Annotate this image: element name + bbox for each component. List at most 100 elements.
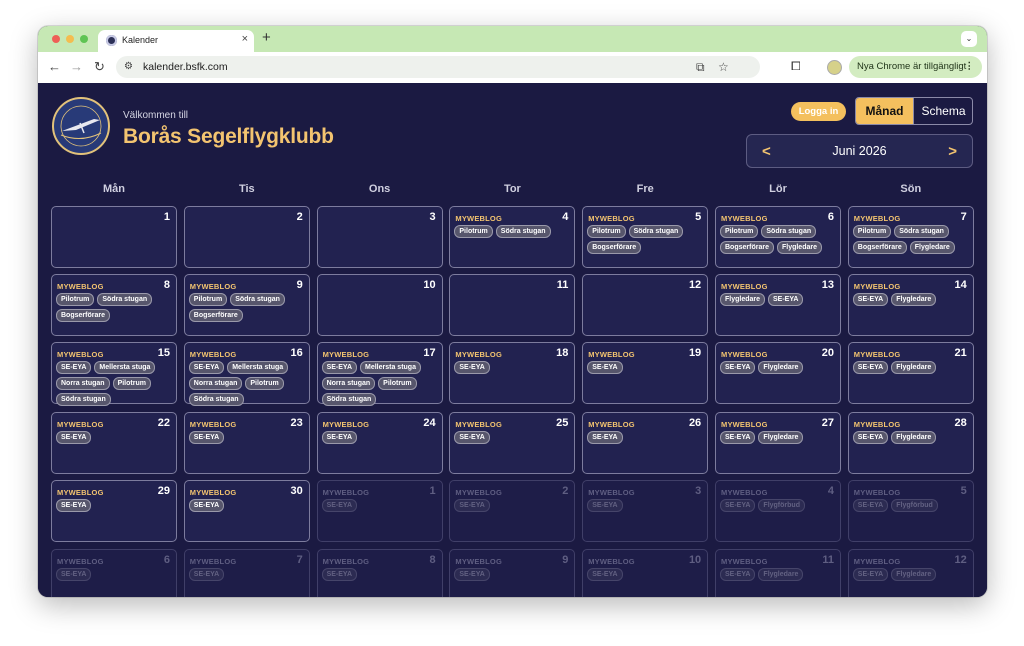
booking-tag[interactable]: Flygledare (891, 293, 937, 306)
booking-tag[interactable]: Flygförbud (758, 499, 805, 512)
calendar-day-cell[interactable]: 10 (316, 274, 443, 336)
booking-tag[interactable]: SE-EYA (852, 293, 889, 306)
booking-tag[interactable]: SE-EYA (56, 431, 92, 444)
booking-tag[interactable]: Pilotrum (112, 377, 151, 390)
booking-tag[interactable]: SE-EYA (454, 499, 490, 512)
booking-tag[interactable]: Flygledare (891, 361, 937, 374)
booking-tag[interactable]: Pilotrum (720, 225, 759, 238)
next-month-button[interactable]: > (948, 143, 957, 160)
booking-tag[interactable]: SE-EYA (587, 499, 623, 512)
booking-tag[interactable]: Södra stugan (321, 393, 377, 406)
calendar-day-cell[interactable]: 16 MYWEBLOG SE-EYA Mellersta stuga Norra stu… (183, 342, 310, 406)
booking-tag[interactable]: Södra stugan (495, 225, 551, 238)
booking-tag[interactable]: SE-EYA (768, 293, 804, 306)
booking-tag[interactable]: Bogserförare (852, 241, 907, 254)
bookmark-star-icon[interactable]: ☆ (718, 60, 729, 74)
booking-tag[interactable]: Bogserförare (188, 309, 243, 322)
site-settings-icon[interactable]: ⚙ (124, 61, 133, 72)
booking-tag[interactable]: SE-EYA (188, 568, 225, 581)
tab-search-button[interactable]: ⌄ (961, 31, 977, 47)
booking-tag[interactable]: Flygledare (891, 568, 937, 581)
booking-tag[interactable]: Södra stugan (230, 293, 285, 306)
maximize-window-button[interactable] (80, 35, 88, 43)
booking-tag[interactable]: SE-EYA (188, 361, 225, 374)
booking-tag[interactable]: SE-EYA (454, 431, 490, 444)
login-button[interactable]: Logga in (791, 102, 846, 121)
booking-tag[interactable]: SE-EYA (56, 499, 92, 512)
booking-tag[interactable]: SE-EYA (587, 361, 623, 374)
calendar-day-cell[interactable]: 10 MYWEBLOG SE-EYA (582, 549, 709, 597)
calendar-day-cell[interactable]: 5 MYWEBLOG SE-EYA Flygförbud (847, 480, 974, 542)
calendar-day-cell[interactable]: 8 MYWEBLOG Pilotrum Södra stugan Bogserförar… (51, 274, 177, 336)
booking-tag[interactable]: SE-EYA (188, 431, 225, 444)
minimize-window-button[interactable] (66, 35, 74, 43)
forward-icon[interactable]: → (70, 59, 83, 75)
booking-tag[interactable]: Bogserförare (56, 309, 110, 322)
calendar-day-cell[interactable]: 3 (316, 206, 443, 268)
calendar-day-cell[interactable]: 7 MYWEBLOG SE-EYA (183, 549, 310, 597)
booking-tag[interactable]: SE-EYA (321, 499, 358, 512)
booking-tag[interactable]: Södra stugan (628, 225, 684, 238)
calendar-day-cell[interactable]: 21 MYWEBLOG SE-EYA Flygledare (847, 342, 974, 404)
booking-tag[interactable]: Norra stugan (56, 377, 110, 390)
calendar-day-cell[interactable]: 22 MYWEBLOG SE-EYA (51, 412, 177, 474)
calendar-day-cell[interactable]: 18 MYWEBLOG SE-EYA (449, 342, 576, 404)
schema-view-button[interactable]: Schema (913, 98, 972, 124)
calendar-day-cell[interactable]: 12 (582, 274, 709, 336)
month-view-button[interactable]: Månad (856, 98, 913, 124)
booking-tag[interactable]: SE-EYA (188, 499, 225, 512)
booking-tag[interactable]: SE-EYA (587, 431, 623, 444)
booking-tag[interactable]: SE-EYA (454, 568, 490, 581)
booking-tag[interactable]: Pilotrum (56, 293, 95, 306)
booking-tag[interactable]: Pilotrum (454, 225, 493, 238)
calendar-day-cell[interactable]: 15 MYWEBLOG SE-EYA Mellersta stuga Norra stu… (51, 342, 177, 406)
booking-tag[interactable]: Södra stugan (894, 225, 949, 238)
chrome-update-button[interactable]: Nya Chrome är tillgängligt ⋮ (849, 56, 982, 78)
reload-icon[interactable]: ↻ (94, 59, 105, 75)
calendar-day-cell[interactable]: 28 MYWEBLOG SE-EYA Flygledare (847, 412, 974, 474)
calendar-day-cell[interactable]: 17 MYWEBLOG SE-EYA Mellersta stuga Norra stu… (316, 342, 443, 406)
profile-avatar[interactable] (827, 60, 842, 75)
booking-tag[interactable]: Flygledare (758, 568, 804, 581)
calendar-day-cell[interactable]: 8 MYWEBLOG SE-EYA (316, 549, 443, 597)
calendar-day-cell[interactable]: 24 MYWEBLOG SE-EYA (316, 412, 443, 474)
calendar-day-cell[interactable]: 5 MYWEBLOG Pilotrum Södra stugan Bogserförar… (582, 206, 709, 268)
menu-kebab-icon[interactable]: ⋮ (965, 56, 975, 78)
booking-tag[interactable]: SE-EYA (720, 568, 756, 581)
back-icon[interactable]: ← (48, 59, 61, 75)
calendar-day-cell[interactable]: 30 MYWEBLOG SE-EYA (183, 480, 310, 542)
booking-tag[interactable]: SE-EYA (852, 431, 889, 444)
booking-tag[interactable]: Pilotrum (245, 377, 284, 390)
calendar-day-cell[interactable]: 9 MYWEBLOG SE-EYA (449, 549, 576, 597)
calendar-day-cell[interactable]: 2 (183, 206, 310, 268)
calendar-day-cell[interactable]: 23 MYWEBLOG SE-EYA (183, 412, 310, 474)
booking-tag[interactable]: SE-EYA (720, 431, 756, 444)
calendar-day-cell[interactable]: 20 MYWEBLOG SE-EYA Flygledare (715, 342, 841, 404)
booking-tag[interactable]: Norra stugan (321, 377, 376, 390)
install-app-icon[interactable]: ⧉ (696, 60, 705, 75)
booking-tag[interactable]: Flygledare (758, 431, 804, 444)
address-bar[interactable]: ⚙ kalender.bsfk.com ⧉ ☆ (116, 56, 760, 78)
booking-tag[interactable]: SE-EYA (321, 568, 358, 581)
calendar-day-cell[interactable]: 11 MYWEBLOG SE-EYA Flygledare (715, 549, 841, 597)
booking-tag[interactable]: SE-EYA (720, 361, 756, 374)
calendar-day-cell[interactable]: 1 MYWEBLOG SE-EYA (316, 480, 443, 542)
calendar-day-cell[interactable]: 1 (51, 206, 177, 268)
calendar-day-cell[interactable]: 4 MYWEBLOG Pilotrum Södra stugan (449, 206, 576, 268)
booking-tag[interactable]: Bogserförare (720, 241, 774, 254)
booking-tag[interactable]: SE-EYA (587, 568, 623, 581)
booking-tag[interactable]: Flygförbud (891, 499, 938, 512)
calendar-day-cell[interactable]: 3 MYWEBLOG SE-EYA (582, 480, 709, 542)
booking-tag[interactable]: SE-EYA (56, 361, 92, 374)
booking-tag[interactable]: SE-EYA (321, 361, 358, 374)
booking-tag[interactable]: Flygledare (720, 293, 766, 306)
calendar-day-cell[interactable]: 19 MYWEBLOG SE-EYA (582, 342, 709, 404)
booking-tag[interactable]: Södra stugan (97, 293, 153, 306)
calendar-day-cell[interactable]: 29 MYWEBLOG SE-EYA (51, 480, 177, 542)
calendar-day-cell[interactable]: 9 MYWEBLOG Pilotrum Södra stugan Bogserförar… (183, 274, 310, 336)
booking-tag[interactable]: Södra stugan (761, 225, 817, 238)
booking-tag[interactable]: SE-EYA (56, 568, 92, 581)
booking-tag[interactable]: Flygledare (776, 241, 822, 254)
calendar-day-cell[interactable]: 13 MYWEBLOG Flygledare SE-EYA (715, 274, 841, 336)
booking-tag[interactable]: Mellersta stuga (360, 361, 421, 374)
